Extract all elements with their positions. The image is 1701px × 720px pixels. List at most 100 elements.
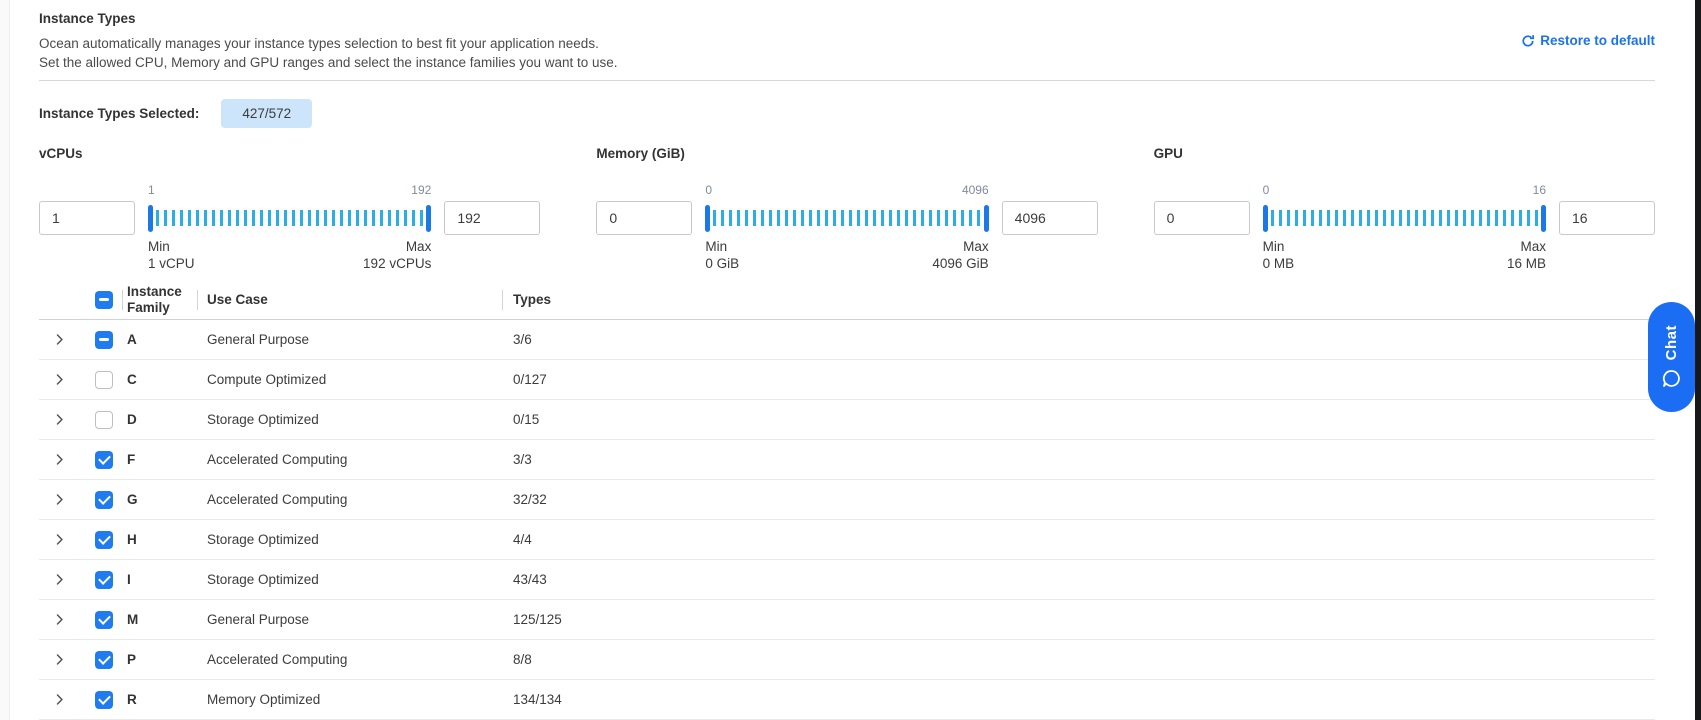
use-case-cell: Accelerated Computing xyxy=(197,492,502,507)
instance-types-selected-label: Instance Types Selected: xyxy=(39,106,199,121)
chat-label: Chat xyxy=(1663,325,1680,360)
column-header-use-case: Use Case xyxy=(197,292,502,308)
expand-chevron-icon[interactable] xyxy=(53,493,66,506)
max-value-input[interactable] xyxy=(444,201,540,235)
slider-track[interactable] xyxy=(1263,203,1546,233)
row-checkbox[interactable] xyxy=(95,491,113,509)
chat-bubble-icon xyxy=(1661,368,1682,389)
min-value-input[interactable] xyxy=(39,201,135,235)
use-case-cell: Accelerated Computing xyxy=(197,652,502,667)
row-checkbox[interactable] xyxy=(95,571,113,589)
range-max-label: 4096 xyxy=(962,183,989,197)
expand-chevron-icon[interactable] xyxy=(53,573,66,586)
row-checkbox[interactable] xyxy=(95,651,113,669)
selection-summary: Instance Types Selected: 427/572 xyxy=(39,99,1655,127)
use-case-cell: Compute Optimized xyxy=(197,372,502,387)
slider-handle-max[interactable] xyxy=(984,205,989,232)
instance-family-cell: F xyxy=(122,452,197,467)
table-row: P Accelerated Computing 8/8 xyxy=(39,640,1655,680)
slider-handle-min[interactable] xyxy=(1263,205,1268,232)
table-body: A General Purpose 3/6 C Compute Optimize… xyxy=(39,320,1655,720)
range-min-label: 1 xyxy=(148,183,155,197)
table-row: F Accelerated Computing 3/3 xyxy=(39,440,1655,480)
slider-handle-max[interactable] xyxy=(1541,205,1546,232)
slider-ticks xyxy=(156,210,423,226)
instance-family-cell: R xyxy=(122,692,197,707)
max-label: Max xyxy=(363,238,431,255)
min-sublabel: 0 GiB xyxy=(705,255,739,272)
row-checkbox[interactable] xyxy=(95,611,113,629)
slider-title: vCPUs xyxy=(39,146,540,161)
select-all-checkbox[interactable] xyxy=(95,291,113,309)
instance-family-cell: A xyxy=(122,332,197,347)
table-row: M General Purpose 125/125 xyxy=(39,600,1655,640)
expand-chevron-icon[interactable] xyxy=(53,373,66,386)
page-title: Instance Types xyxy=(39,0,1655,26)
expand-chevron-icon[interactable] xyxy=(53,333,66,346)
row-checkbox[interactable] xyxy=(95,451,113,469)
table-row: D Storage Optimized 0/15 xyxy=(39,400,1655,440)
instance-family-cell: P xyxy=(122,652,197,667)
types-cell: 32/32 xyxy=(502,492,1655,507)
instance-family-table: Instance Family Use Case Types A General… xyxy=(39,280,1655,720)
row-checkbox[interactable] xyxy=(95,331,113,349)
min-value-input[interactable] xyxy=(1154,201,1250,235)
instance-family-cell: M xyxy=(122,612,197,627)
slider-track[interactable] xyxy=(148,203,431,233)
description-line-1: Ocean automatically manages your instanc… xyxy=(39,35,1655,54)
row-checkbox[interactable] xyxy=(95,531,113,549)
slider-handle-max[interactable] xyxy=(426,205,431,232)
expand-chevron-icon[interactable] xyxy=(53,453,66,466)
selected-count-badge: 427/572 xyxy=(221,99,312,128)
expand-chevron-icon[interactable] xyxy=(53,693,66,706)
max-sublabel: 4096 GiB xyxy=(932,255,988,272)
max-value-input[interactable] xyxy=(1559,201,1655,235)
chat-button[interactable]: Chat xyxy=(1648,302,1695,412)
table-row: R Memory Optimized 134/134 xyxy=(39,680,1655,720)
range-sliders: vCPUs 1 192 Min 1 vCPU xyxy=(39,146,1655,272)
types-cell: 134/134 xyxy=(502,692,1655,707)
row-checkbox[interactable] xyxy=(95,411,113,429)
window-edge xyxy=(1695,0,1701,720)
use-case-cell: General Purpose xyxy=(197,612,502,627)
instance-family-cell: G xyxy=(122,492,197,507)
range-min-label: 0 xyxy=(705,183,712,197)
column-header-instance-family: Instance Family xyxy=(122,284,197,316)
expand-chevron-icon[interactable] xyxy=(53,533,66,546)
table-row: A General Purpose 3/6 xyxy=(39,320,1655,360)
max-label: Max xyxy=(1507,238,1546,255)
max-label: Max xyxy=(932,238,988,255)
use-case-cell: Storage Optimized xyxy=(197,412,502,427)
expand-chevron-icon[interactable] xyxy=(53,613,66,626)
row-checkbox[interactable] xyxy=(95,371,113,389)
min-label: Min xyxy=(148,238,195,255)
refresh-icon xyxy=(1521,34,1535,48)
section-divider xyxy=(39,80,1655,81)
expand-chevron-icon[interactable] xyxy=(53,653,66,666)
restore-label: Restore to default xyxy=(1540,33,1655,48)
range-min-label: 0 xyxy=(1263,183,1270,197)
min-sublabel: 1 vCPU xyxy=(148,255,195,272)
types-cell: 8/8 xyxy=(502,652,1655,667)
use-case-cell: General Purpose xyxy=(197,332,502,347)
max-value-input[interactable] xyxy=(1002,201,1098,235)
use-case-cell: Storage Optimized xyxy=(197,532,502,547)
slider-handle-min[interactable] xyxy=(148,205,153,232)
slider-handle-min[interactable] xyxy=(705,205,710,232)
types-cell: 4/4 xyxy=(502,532,1655,547)
min-value-input[interactable] xyxy=(596,201,692,235)
use-case-cell: Memory Optimized xyxy=(197,692,502,707)
slider-ticks xyxy=(1271,210,1538,226)
slider-group: Memory (GiB) 0 4096 Min 0 GiB xyxy=(596,146,1097,272)
types-cell: 0/127 xyxy=(502,372,1655,387)
instance-family-cell: D xyxy=(122,412,197,427)
slider-title: GPU xyxy=(1154,146,1655,161)
types-cell: 125/125 xyxy=(502,612,1655,627)
min-label: Min xyxy=(1263,238,1295,255)
restore-to-default-link[interactable]: Restore to default xyxy=(1521,33,1655,48)
types-cell: 3/3 xyxy=(502,452,1655,467)
row-checkbox[interactable] xyxy=(95,691,113,709)
expand-chevron-icon[interactable] xyxy=(53,413,66,426)
slider-track[interactable] xyxy=(705,203,988,233)
range-max-label: 16 xyxy=(1533,183,1546,197)
